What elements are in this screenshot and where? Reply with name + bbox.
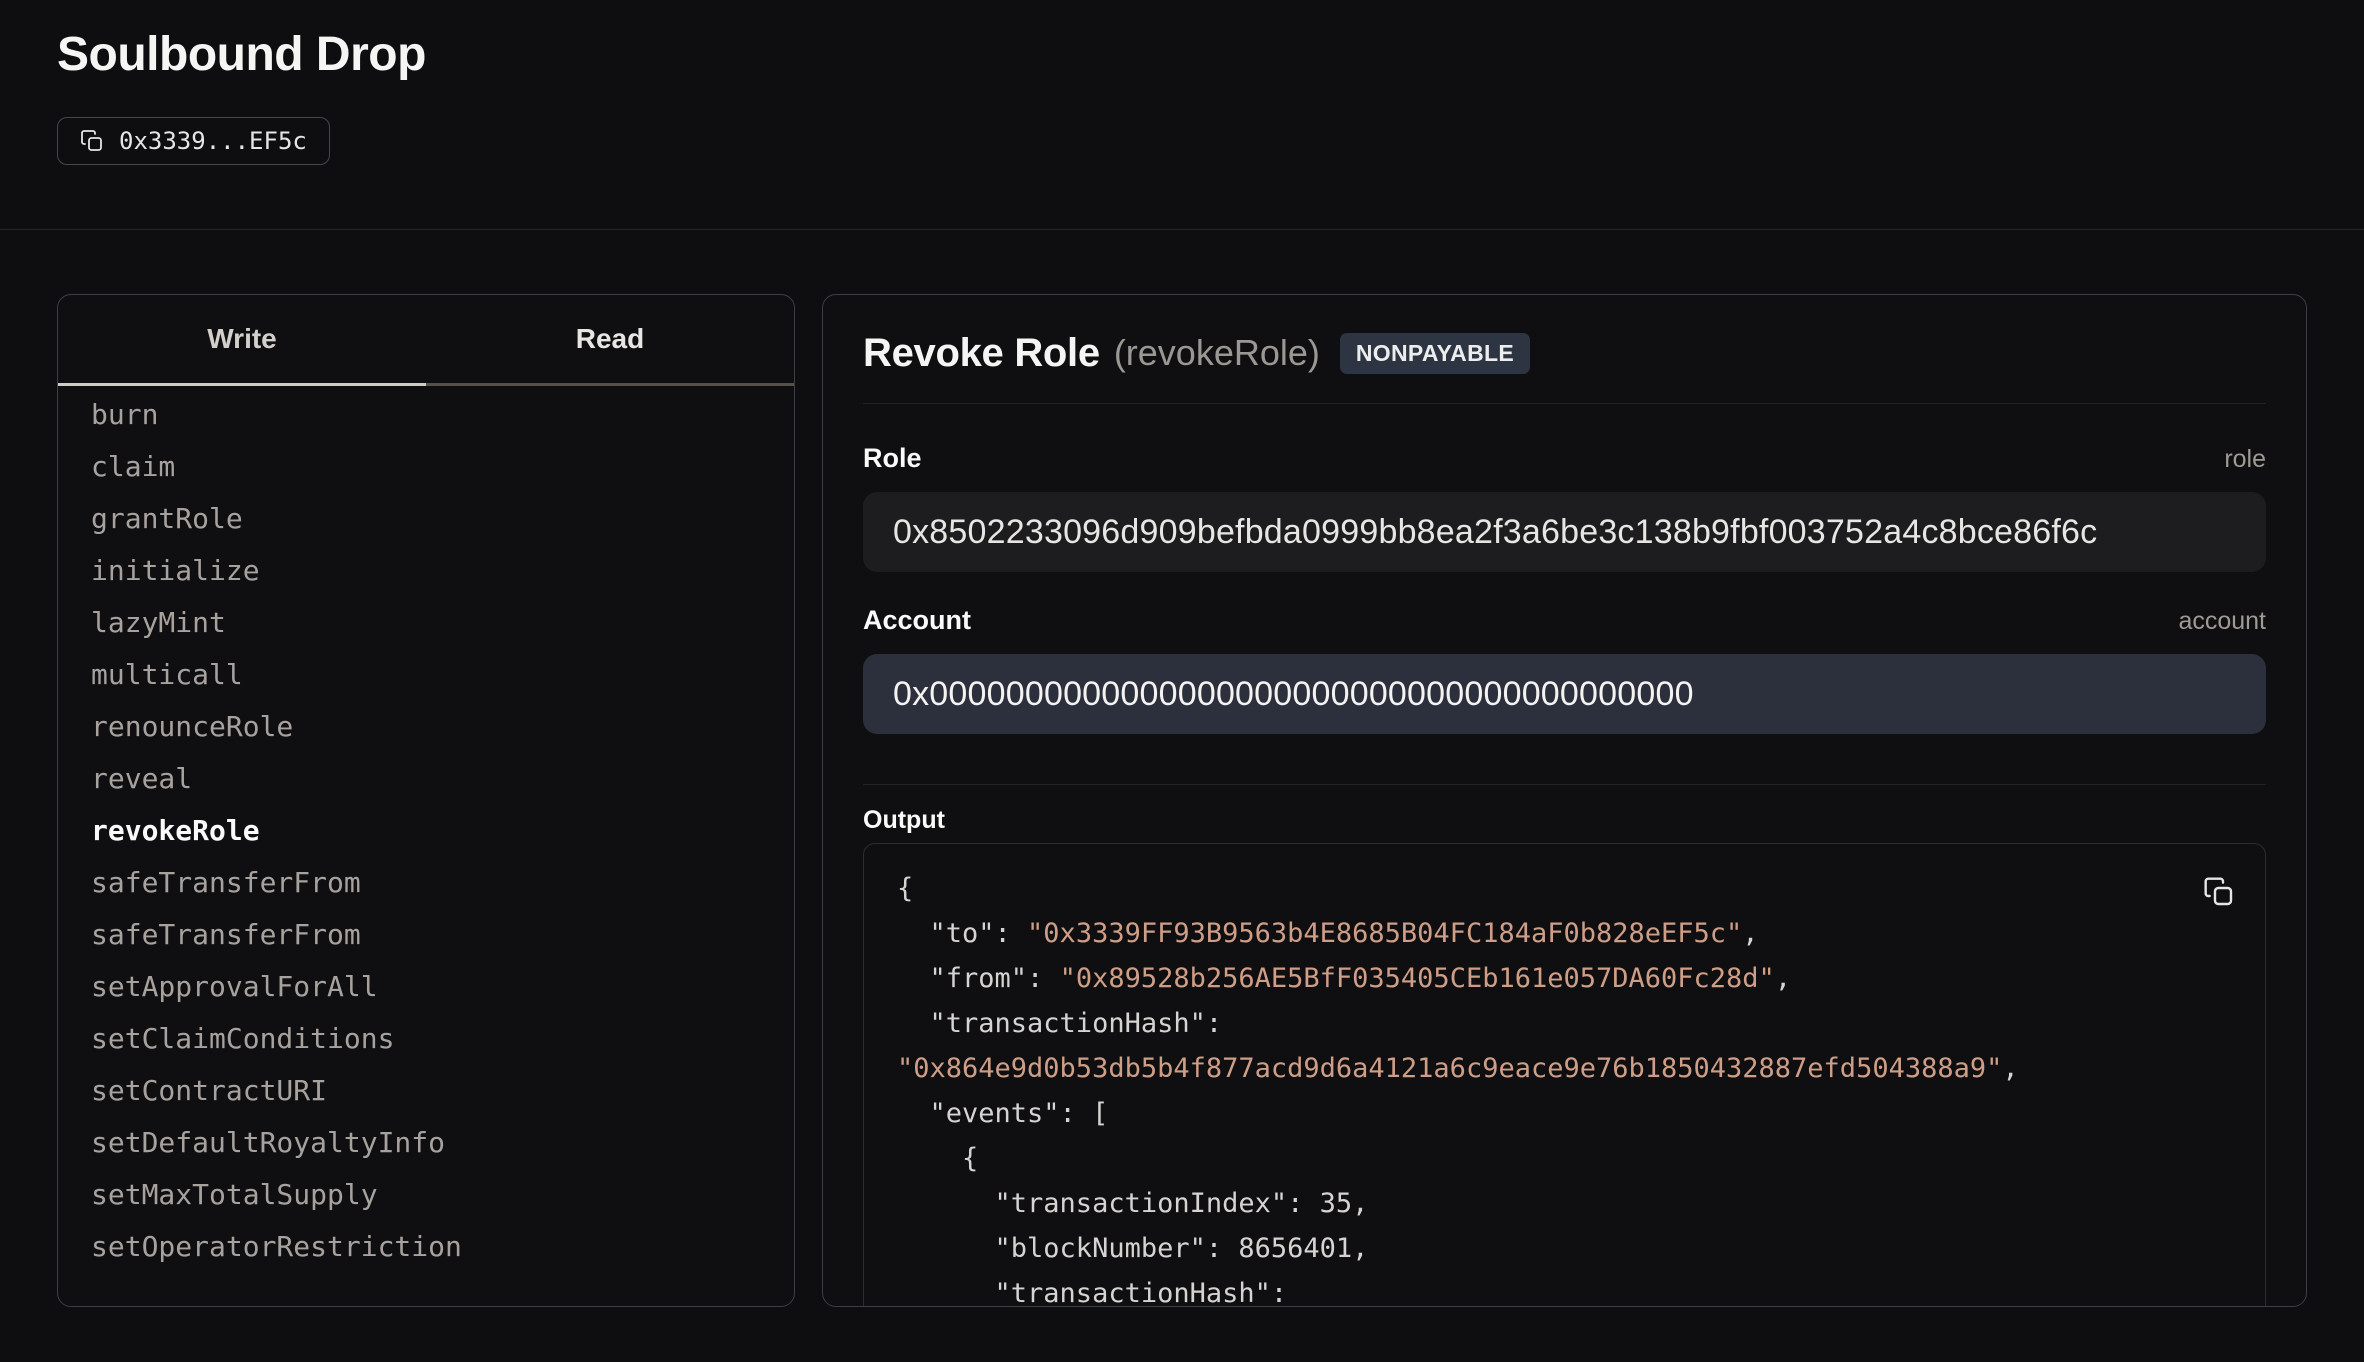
main-content: WriteRead burnclaimgrantRoleinitializela… — [57, 294, 2307, 1307]
function-item-setOperatorRestriction[interactable]: setOperatorRestriction — [91, 1220, 794, 1272]
code-line: "to": "0x3339FF93B9563b4E8685B04FC184aF0… — [897, 911, 2175, 956]
code-line: "from": "0x89528b256AE5BfF035405CEb161e0… — [897, 956, 2175, 1001]
copy-icon — [80, 129, 104, 153]
function-item-revokeRole[interactable]: revokeRole — [91, 804, 794, 856]
contract-address-label: 0x3339...EF5c — [119, 127, 307, 155]
function-item-setApprovalForAll[interactable]: setApprovalForAll — [91, 960, 794, 1012]
header-divider — [0, 229, 2364, 230]
divider — [863, 403, 2266, 404]
function-title-row: Revoke Role (revokeRole) NONPAYABLE — [863, 327, 2266, 379]
function-item-renounceRole[interactable]: renounceRole — [91, 700, 794, 752]
function-detail-card: Revoke Role (revokeRole) NONPAYABLE Role… — [822, 294, 2307, 1307]
function-item-setDefaultRoyaltyInfo[interactable]: setDefaultRoyaltyInfo — [91, 1116, 794, 1168]
function-item-lazyMint[interactable]: lazyMint — [91, 596, 794, 648]
role-input[interactable]: 0x8502233096d909befbda0999bb8ea2f3a6be3c… — [863, 492, 2266, 572]
copy-output-button[interactable] — [2203, 876, 2235, 908]
function-item-initialize[interactable]: initialize — [91, 544, 794, 596]
contract-address-button[interactable]: 0x3339...EF5c — [57, 117, 330, 165]
code-line: "blockNumber": 8656401, — [897, 1226, 2175, 1271]
role-field-type-hint: role — [2224, 445, 2266, 474]
account-field-type-hint: account — [2178, 607, 2266, 636]
code-line: "transactionHash": — [897, 1271, 2175, 1307]
function-item-grantRole[interactable]: grantRole — [91, 492, 794, 544]
function-item-burn[interactable]: burn — [91, 388, 794, 440]
function-item-multicall[interactable]: multicall — [91, 648, 794, 700]
mutability-badge: NONPAYABLE — [1340, 333, 1530, 374]
function-item-reveal[interactable]: reveal — [91, 752, 794, 804]
code-line: "transactionHash": — [897, 1001, 2175, 1046]
function-title: Revoke Role — [863, 331, 1100, 376]
account-field-label: Account — [863, 605, 971, 636]
page: Soulbound Drop 0x3339...EF5c WriteRead b… — [0, 0, 2364, 1362]
function-item-claim[interactable]: claim — [91, 440, 794, 492]
role-field-header: Role role — [863, 443, 2266, 474]
code-line: "transactionIndex": 35, — [897, 1181, 2175, 1226]
function-item-safeTransferFrom[interactable]: safeTransferFrom — [91, 908, 794, 960]
function-item-setContractURI[interactable]: setContractURI — [91, 1064, 794, 1116]
function-item-setMaxTotalSupply[interactable]: setMaxTotalSupply — [91, 1168, 794, 1220]
account-field-header: Account account — [863, 605, 2266, 636]
tab-bar: WriteRead — [58, 295, 794, 386]
function-item-setClaimConditions[interactable]: setClaimConditions — [91, 1012, 794, 1064]
account-input[interactable]: 0x00000000000000000000000000000000000000… — [863, 654, 2266, 734]
code-line: "0x864e9d0b53db5b4f877acd9d6a4121a6c9eac… — [897, 1046, 2175, 1091]
app-header: Soulbound Drop 0x3339...EF5c — [57, 0, 2307, 165]
role-field-label: Role — [863, 443, 922, 474]
code-line: { — [897, 866, 2175, 911]
function-explorer-card: WriteRead burnclaimgrantRoleinitializela… — [57, 294, 795, 1307]
output-label: Output — [863, 806, 2266, 835]
tab-read[interactable]: Read — [426, 295, 794, 386]
tab-write[interactable]: Write — [58, 295, 426, 386]
function-item-safeTransferFrom[interactable]: safeTransferFrom — [91, 856, 794, 908]
code-line: { — [897, 1136, 2175, 1181]
function-name-subtitle: (revokeRole) — [1114, 332, 1320, 374]
code-line: "events": [ — [897, 1091, 2175, 1136]
page-title: Soulbound Drop — [57, 30, 2307, 80]
output-code-block: { "to": "0x3339FF93B9563b4E8685B04FC184a… — [863, 843, 2266, 1307]
output-code: { "to": "0x3339FF93B9563b4E8685B04FC184a… — [897, 866, 2175, 1307]
divider — [863, 784, 2266, 785]
function-list: burnclaimgrantRoleinitializelazyMintmult… — [58, 386, 794, 1272]
